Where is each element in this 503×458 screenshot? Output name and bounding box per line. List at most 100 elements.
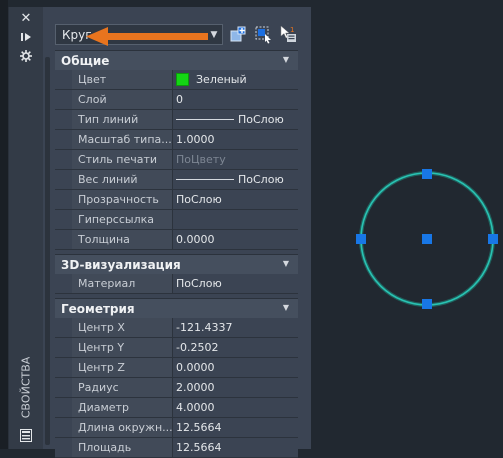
line-sample	[176, 119, 234, 120]
section-title: 3D-визуализация	[61, 257, 181, 272]
property-row[interactable]: Тип линий ПоСлою	[55, 110, 298, 130]
property-value[interactable]: 4.0000	[173, 398, 298, 417]
property-value-text: 12.5664	[176, 421, 222, 434]
property-row[interactable]: Длина окружн... 12.5664	[55, 418, 298, 438]
section-1: 3D-визуализация ▼ Материал ПоСлою	[55, 254, 298, 294]
property-value-text: 0.0000	[176, 361, 215, 374]
row-indent	[55, 398, 72, 417]
property-name: Центр Z	[72, 358, 173, 377]
left-edge-strip	[0, 0, 8, 449]
property-value[interactable]: 0.0000	[173, 230, 298, 249]
close-icon[interactable]: ✕	[17, 10, 35, 26]
section-header[interactable]: 3D-визуализация ▼	[55, 254, 298, 274]
property-row[interactable]: Стиль печати ПоЦвету	[55, 150, 298, 170]
property-name: Стиль печати	[72, 150, 173, 169]
row-indent	[55, 338, 72, 357]
property-value-text: 12.5664	[176, 441, 222, 454]
property-row[interactable]: Радиус 2.0000	[55, 378, 298, 398]
chevron-down-icon: ▼	[282, 55, 289, 64]
property-value-text: 4.0000	[176, 401, 215, 414]
property-value-text: Зеленый	[196, 73, 247, 86]
properties-palette-icon[interactable]	[17, 427, 35, 443]
property-row[interactable]: Диаметр 4.0000	[55, 398, 298, 418]
property-value-text: ПоСлою	[176, 277, 222, 290]
property-name: Прозрачность	[72, 190, 173, 209]
row-indent	[55, 274, 72, 293]
chevron-down-icon: ▼	[282, 303, 289, 312]
palette-title-bar[interactable]: ✕ СВОЙСТВА	[9, 7, 43, 449]
property-value-text: ПоЦвету	[176, 153, 226, 166]
property-name: Центр Y	[72, 338, 173, 357]
grip-center	[422, 234, 432, 244]
section-header[interactable]: Геометрия ▼	[55, 298, 298, 318]
pickadd-toggle-icon[interactable]: 1	[278, 24, 298, 44]
property-row[interactable]: Площадь 12.5664	[55, 438, 298, 458]
row-indent	[55, 210, 72, 229]
svg-text:1: 1	[290, 26, 294, 34]
property-name: Радиус	[72, 378, 173, 397]
grip-bottom	[422, 299, 432, 309]
row-indent	[55, 130, 72, 149]
property-row[interactable]: Цвет Зеленый	[55, 70, 298, 90]
properties-settings-icon[interactable]	[17, 48, 35, 64]
property-row[interactable]: Центр X -121.4337	[55, 318, 298, 338]
property-value[interactable]: 0	[173, 90, 298, 109]
property-name: Тип линий	[72, 110, 173, 129]
property-row[interactable]: Толщина 0.0000	[55, 230, 298, 250]
property-value[interactable]: ПоСлою	[173, 110, 298, 129]
property-name: Диаметр	[72, 398, 173, 417]
property-grid: Общие ▼ Цвет Зеленый Слой 0 Тип линий ПоСлою Мас…	[55, 50, 298, 458]
autocad-properties-view: ✕ СВОЙСТВА Круг ▼ 1 Общие ▼ Цвет Зеленый…	[0, 0, 503, 458]
property-name: Вес линий	[72, 170, 173, 189]
row-indent	[55, 110, 72, 129]
property-row[interactable]: Центр Y -0.2502	[55, 338, 298, 358]
property-row[interactable]: Масштаб типа... 1.0000	[55, 130, 298, 150]
row-indent	[55, 230, 72, 249]
property-value[interactable]: 1.0000	[173, 130, 298, 149]
selected-circle[interactable]	[345, 160, 503, 320]
property-name: Центр X	[72, 318, 173, 337]
row-indent	[55, 170, 72, 189]
property-row[interactable]: Гиперссылка	[55, 210, 298, 230]
palette-title: СВОЙСТВА	[13, 347, 39, 427]
grip-top	[422, 169, 432, 179]
autohide-icon[interactable]	[17, 29, 35, 45]
property-row[interactable]: Прозрачность ПоСлою	[55, 190, 298, 210]
row-indent	[55, 70, 72, 89]
row-indent	[55, 150, 72, 169]
property-value-text: ПоСлою	[238, 173, 284, 186]
grip-left	[356, 234, 366, 244]
property-value[interactable]: 2.0000	[173, 378, 298, 397]
property-value[interactable]: -121.4337	[173, 318, 298, 337]
property-row[interactable]: Материал ПоСлою	[55, 274, 298, 294]
property-value[interactable]: -0.2502	[173, 338, 298, 357]
section-header[interactable]: Общие ▼	[55, 50, 298, 70]
property-value[interactable]: 0.0000	[173, 358, 298, 377]
palette-scrollbar[interactable]	[45, 57, 50, 445]
property-value-text: 1.0000	[176, 133, 215, 146]
property-name: Длина окружн...	[72, 418, 173, 437]
chevron-down-icon: ▼	[282, 259, 289, 268]
row-indent	[55, 378, 72, 397]
property-value[interactable]: ПоСлою	[173, 274, 298, 293]
property-name: Толщина	[72, 230, 173, 249]
property-value[interactable]: ПоСлою	[173, 170, 298, 189]
row-indent	[55, 190, 72, 209]
select-objects-icon[interactable]	[254, 24, 274, 44]
grip-right	[488, 234, 498, 244]
property-value[interactable]: ПоЦвету	[173, 150, 298, 169]
palette-title-text: СВОЙСТВА	[19, 356, 33, 418]
row-indent	[55, 90, 72, 109]
property-value[interactable]	[173, 210, 298, 229]
property-value-text: 0	[176, 93, 183, 106]
property-value[interactable]: 12.5664	[173, 438, 298, 457]
property-value[interactable]: ПоСлою	[173, 190, 298, 209]
property-name: Гиперссылка	[72, 210, 173, 229]
property-value-text: ПоСлою	[238, 113, 284, 126]
property-row[interactable]: Центр Z 0.0000	[55, 358, 298, 378]
quick-select-icon[interactable]	[229, 24, 249, 44]
property-value[interactable]: Зеленый	[173, 70, 298, 89]
property-row[interactable]: Вес линий ПоСлою	[55, 170, 298, 190]
property-value[interactable]: 12.5664	[173, 418, 298, 437]
property-row[interactable]: Слой 0	[55, 90, 298, 110]
